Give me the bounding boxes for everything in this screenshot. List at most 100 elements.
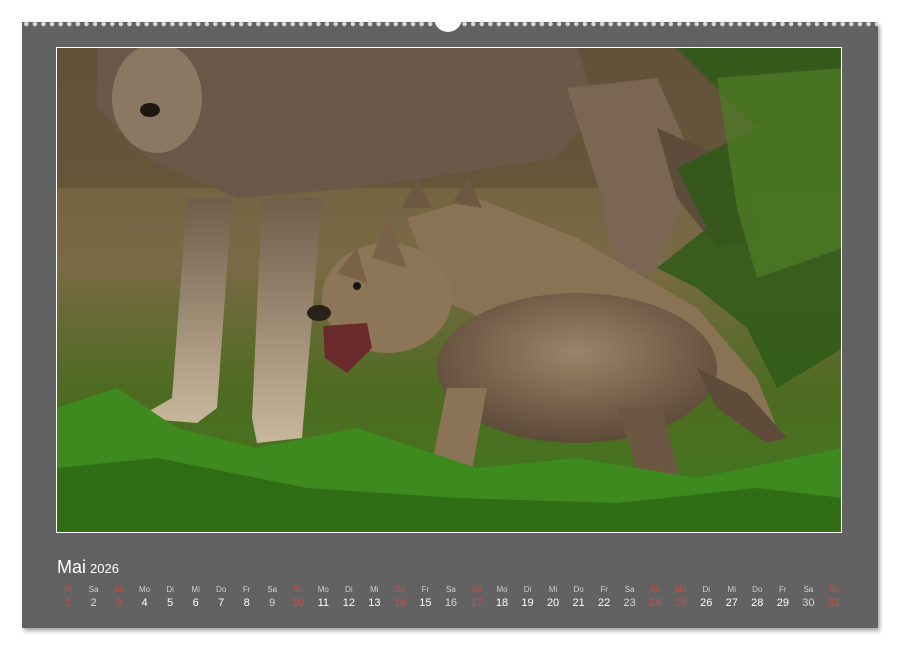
day-number: 26 [694,595,718,611]
day-cell: Di12 [337,584,361,611]
weekday-label: Mo [311,584,335,595]
day-number: 20 [541,595,565,611]
weekday-label: So [286,584,310,595]
day-cell: Mi27 [720,584,744,611]
day-number: 10 [286,595,310,611]
day-number: 23 [618,595,642,611]
weekday-label: Mi [362,584,386,595]
day-number: 25 [669,595,693,611]
cub-eye [353,282,361,290]
day-cell: Fr15 [413,584,437,611]
weekday-label: Do [388,584,412,595]
day-cell: Do21 [567,584,591,611]
weekday-label: So [643,584,667,595]
day-cell: Do7 [209,584,233,611]
day-cell: Fr22 [592,584,616,611]
day-number: 14 [388,595,412,611]
day-number: 11 [311,595,335,611]
weekday-label: Fr [771,584,795,595]
day-number: 15 [413,595,437,611]
day-cell: So24 [643,584,667,611]
day-cell: Mo18 [490,584,514,611]
day-cell: Di26 [694,584,718,611]
month-name: Mai [57,557,86,577]
adult-wolf-head [112,48,202,153]
weekday-label: Di [694,584,718,595]
day-cell: Mo11 [311,584,335,611]
day-cell: Sa16 [439,584,463,611]
weekday-label: Mo [133,584,157,595]
weekday-label: Mo [669,584,693,595]
day-cell: Mo25 [669,584,693,611]
day-number: 5 [158,595,182,611]
day-cell: Do14 [388,584,412,611]
weekday-label: Do [745,584,769,595]
wolf-photo-illustration [57,48,842,533]
day-cell: Di19 [516,584,540,611]
day-number: 31 [822,595,846,611]
weekday-label: Mi [541,584,565,595]
day-number: 6 [184,595,208,611]
day-cell: Fr29 [771,584,795,611]
day-number: 2 [82,595,106,611]
day-cell: Di5 [158,584,182,611]
day-cell: Fr1 [56,584,80,611]
day-cell: So31 [822,584,846,611]
day-cell: Sa2 [82,584,106,611]
weekday-label: Do [209,584,233,595]
day-number: 22 [592,595,616,611]
spiral-binding [22,14,878,34]
year-label: 2026 [90,561,119,576]
day-cell: Do28 [745,584,769,611]
day-cell: Mi13 [362,584,386,611]
day-number: 7 [209,595,233,611]
day-number: 27 [720,595,744,611]
day-number: 17 [464,595,488,611]
day-cell: So10 [286,584,310,611]
day-number: 3 [107,595,131,611]
weekday-label: Sa [796,584,820,595]
weekday-label: So [822,584,846,595]
weekday-label: So [464,584,488,595]
hanger-notch [434,16,462,32]
weekday-label: Sa [260,584,284,595]
day-number: 8 [235,595,259,611]
weekday-label: Sa [618,584,642,595]
weekday-label: Fr [413,584,437,595]
day-strip: Fr1Sa2So3Mo4Di5Mi6Do7Fr8Sa9So10Mo11Di12M… [56,584,842,618]
weekday-label: Di [516,584,540,595]
weekday-label: Di [337,584,361,595]
day-number: 16 [439,595,463,611]
weekday-label: Mi [184,584,208,595]
day-cell: So3 [107,584,131,611]
day-number: 28 [745,595,769,611]
day-number: 1 [56,595,80,611]
weekday-label: Fr [592,584,616,595]
day-number: 12 [337,595,361,611]
day-number: 24 [643,595,667,611]
day-cell: Sa9 [260,584,284,611]
month-title: Mai 2026 [57,557,119,578]
weekday-label: Sa [439,584,463,595]
day-cell: Mi20 [541,584,565,611]
day-cell: Sa30 [796,584,820,611]
day-number: 19 [516,595,540,611]
cub-nose [307,305,331,321]
calendar-photo [56,47,842,533]
day-number: 29 [771,595,795,611]
day-cell: So17 [464,584,488,611]
day-number: 30 [796,595,820,611]
day-number: 9 [260,595,284,611]
day-number: 18 [490,595,514,611]
weekday-label: Do [567,584,591,595]
day-number: 21 [567,595,591,611]
weekday-label: Mi [720,584,744,595]
day-number: 13 [362,595,386,611]
day-cell: Sa23 [618,584,642,611]
adult-wolf-nose [140,103,160,117]
weekday-label: So [107,584,131,595]
weekday-label: Di [158,584,182,595]
weekday-label: Sa [82,584,106,595]
day-cell: Mo4 [133,584,157,611]
weekday-label: Fr [56,584,80,595]
